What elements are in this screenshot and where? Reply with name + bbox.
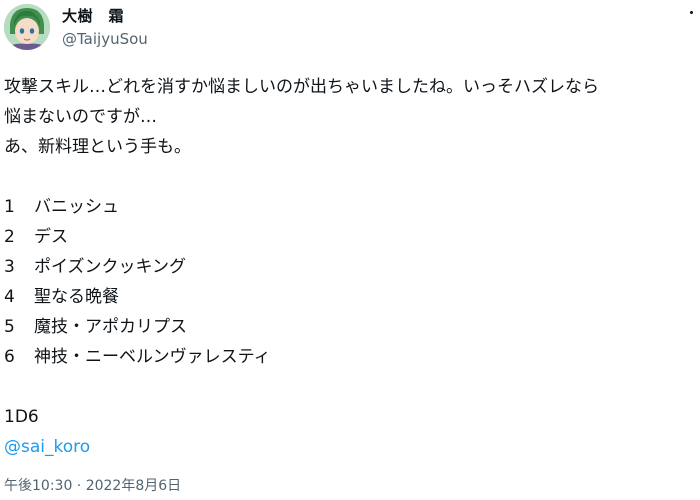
author-info: 大樹 霜 @TaijyuSou [62,6,148,49]
list-item-label: バニッシュ [34,197,119,217]
author-handle[interactable]: @TaijyuSou [62,29,148,49]
list-item: 2 デス [4,222,700,252]
list-item-label: 神技・ニーベルンヴァレスティ [34,347,271,367]
list-item-number: 5 [4,317,15,337]
more-dots-icon[interactable] [684,6,698,20]
avatar-image [4,4,50,50]
dice-notation: 1D6 [4,407,39,427]
author-display-name[interactable]: 大樹 霜 [62,6,148,26]
list-item: 3 ポイズンクッキング [4,252,700,282]
list-item-label: ポイズンクッキング [34,257,186,277]
list-item-number: 6 [4,347,15,367]
tweet-timestamp[interactable]: 午後10:30 · 2022年8月6日 [4,476,181,496]
list-item: 1 バニッシュ [4,192,700,222]
list-item: 6 神技・ニーベルンヴァレスティ [4,342,700,372]
list-item-label: 魔技・アポカリプス [34,317,187,337]
list-item-number: 1 [4,197,15,217]
list-item-label: デス [34,227,68,247]
list-item: 4 聖なる晩餐 [4,282,700,312]
list-item-number: 2 [4,227,15,247]
user-avatar[interactable] [4,4,50,50]
list-item-number: 3 [4,257,15,277]
list-item: 5 魔技・アポカリプス [4,312,700,342]
list-item-label: 聖なる晩餐 [34,287,119,307]
tweet-text: 攻撃スキル…どれを消すか悩ましいのが出ちゃいましたね。いっそハズレなら 悩まない… [4,72,700,462]
tweet: 大樹 霜 @TaijyuSou 攻撃スキル…どれを消すか悩ましいのが出ちゃいまし… [0,0,700,500]
list-item-number: 4 [4,287,15,307]
tweet-line: 攻撃スキル…どれを消すか悩ましいのが出ちゃいましたね。いっそハズレなら [4,77,599,97]
tweet-line: 悩まないのですが… [4,107,157,127]
tweet-line: あ、新料理という手も。 [4,137,191,157]
mention-link[interactable]: @sai_koro [4,432,700,462]
